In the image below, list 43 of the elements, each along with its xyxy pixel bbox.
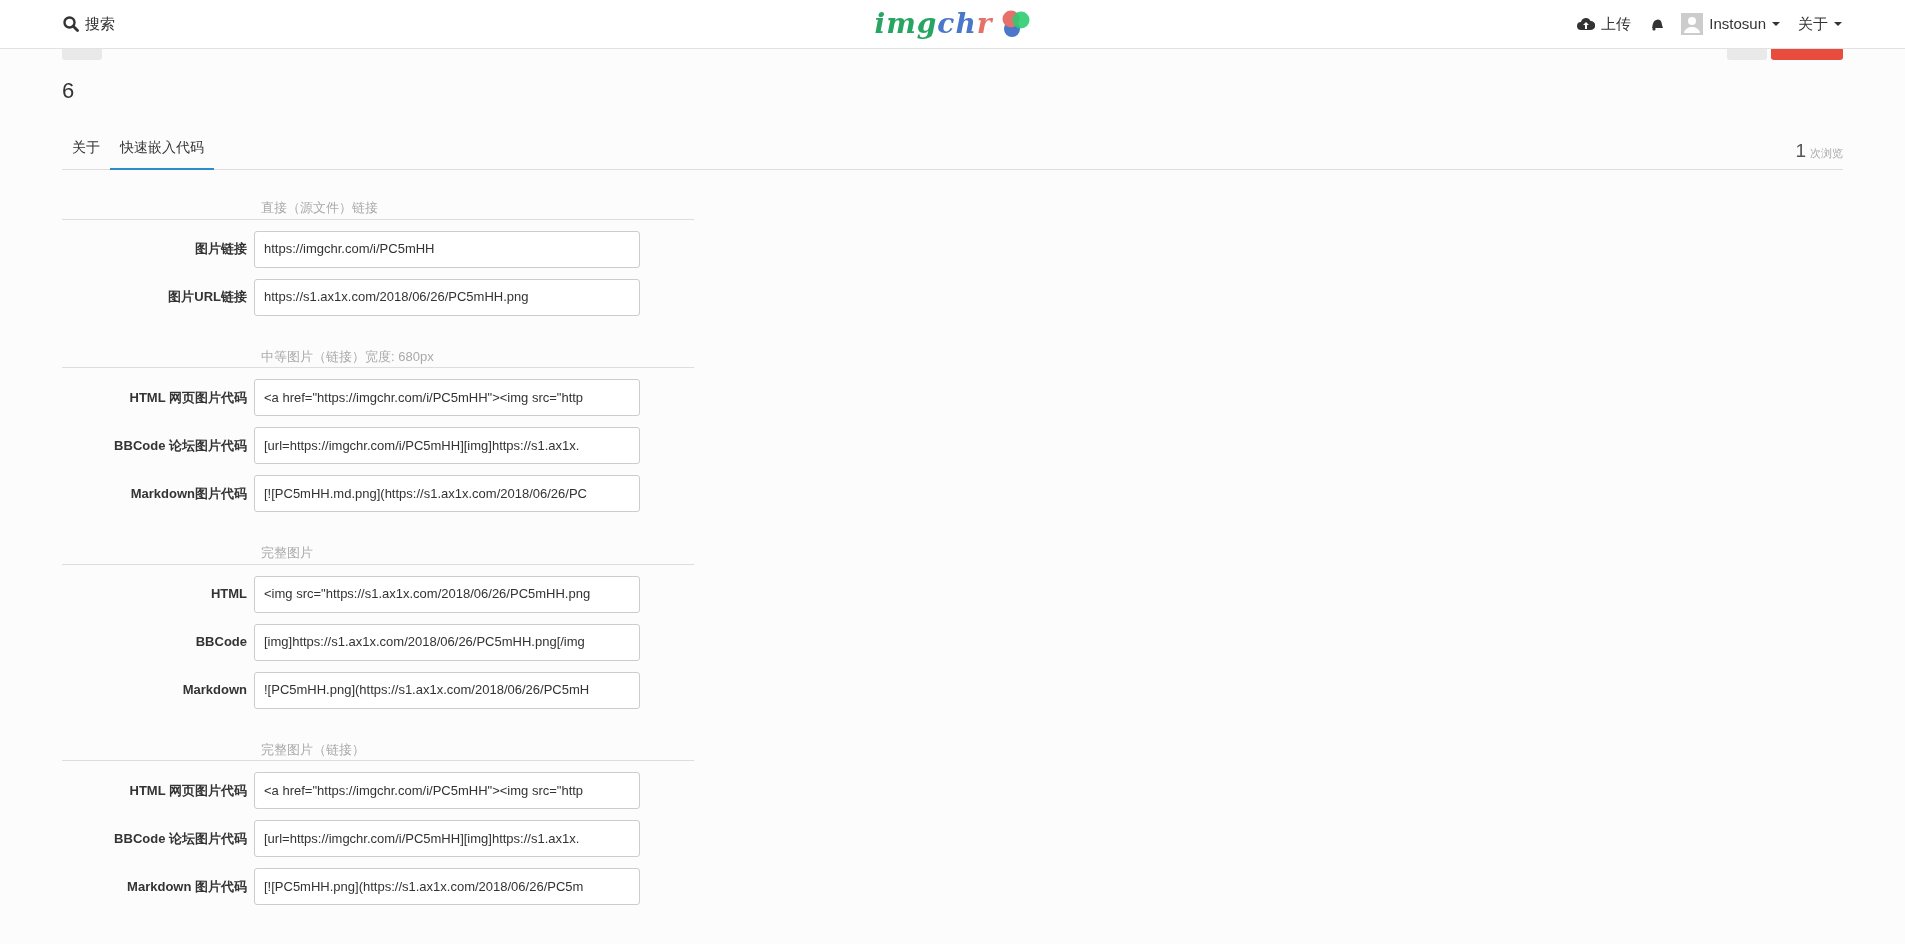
section-heading: 完整图片 [62,543,694,565]
view-count: 1 [1795,138,1806,163]
action-button[interactable] [62,49,102,60]
field-label: Markdown 图片代码 [126,877,248,896]
input-field[interactable]: [![PC5mHH.png](https://s1.ax1x.com/2018/06/26/PC5m [254,868,640,905]
input-field[interactable]: <a href="https://imgchr.com/i/PC5mHH"><img src="http [254,379,640,416]
about-menu[interactable]: 关于 [1798,12,1842,36]
action-button[interactable] [1727,49,1767,60]
input-field[interactable]: [![PC5mHH.md.png](https://s1.ax1x.com/2018/06/26/PC [254,475,640,512]
tab[interactable]: 关于 [62,129,110,170]
field-label: Markdown [181,681,248,700]
section-heading: 直接（源文件）链接 [62,198,694,220]
input-field[interactable]: https://imgchr.com/i/PC5mHH [254,230,640,268]
field-label: HTML [209,585,248,604]
section-heading: 中等图片（链接）宽度: 680px [62,346,694,368]
avatar-icon [1681,13,1704,35]
field-label: Markdown图片代码 [129,484,248,503]
tab[interactable]: 快速嵌入代码 [110,129,214,170]
field-label: BBCode 论坛图片代码 [113,436,248,455]
input-field[interactable]: [url=https://imgchr.com/i/PC5mHH][img]https://s1.ax1x. [254,427,640,464]
user-menu[interactable]: Instosun [1681,12,1780,36]
input-field[interactable]: [img]https://s1.ax1x.com/2018/06/26/PC5mHH.png[/img [254,623,640,661]
search-link[interactable]: 搜索 [63,12,115,36]
field-label: BBCode 论坛图片代码 [113,829,248,848]
image-title: 6 [62,77,76,105]
field-label: HTML 网页图片代码 [128,781,248,800]
action-button[interactable] [1771,49,1843,60]
bell-icon[interactable] [1649,17,1664,31]
input-field[interactable]: <img src="https://s1.ax1x.com/2018/06/26/PC5mHH.png [254,575,640,613]
upload-link[interactable]: 上传 [1577,12,1632,36]
field-label: 图片链接 [194,240,248,259]
site-logo[interactable]: imgchr [874,3,1031,45]
section-heading: 完整图片（链接） [62,739,694,761]
views-label: 次浏览 [1810,145,1843,161]
input-field[interactable]: <a href="https://imgchr.com/i/PC5mHH"><img src="http [254,772,640,809]
field-label: 图片URL链接 [167,288,248,307]
input-field[interactable]: https://s1.ax1x.com/2018/06/26/PC5mHH.png [254,278,640,316]
field-label: BBCode [194,633,248,652]
field-label: HTML 网页图片代码 [128,388,248,407]
search-icon [63,16,79,32]
input-field[interactable]: [url=https://imgchr.com/i/PC5mHH][img]https://s1.ax1x. [254,820,640,857]
input-field[interactable]: ![PC5mHH.png](https://s1.ax1x.com/2018/06/26/PC5mH [254,671,640,709]
cloud-upload-icon [1577,17,1596,31]
